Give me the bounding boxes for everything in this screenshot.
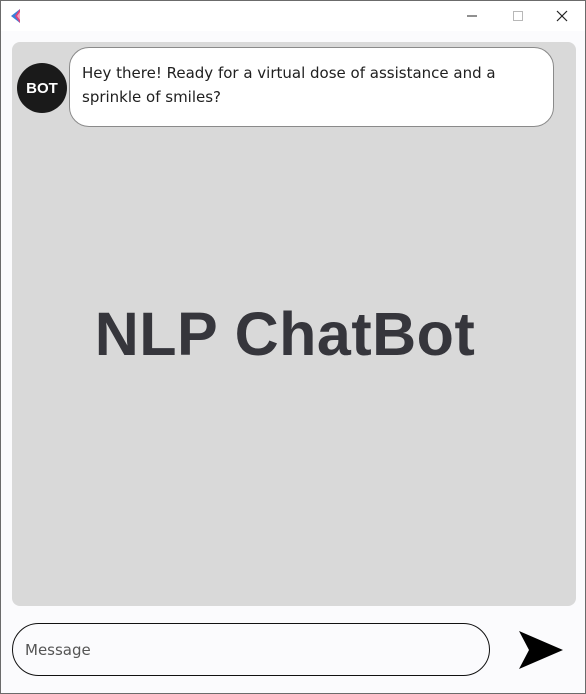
bot-message-bubble: Hey there! Ready for a virtual dose of a…: [69, 47, 554, 127]
send-button[interactable]: [513, 627, 567, 673]
send-icon: [513, 631, 567, 676]
maximize-button[interactable]: [495, 1, 541, 31]
close-button[interactable]: [539, 1, 585, 31]
minimize-button[interactable]: [449, 1, 495, 31]
chat-area[interactable]: NLP ChatBot BOT Hey there! Ready for a v…: [12, 42, 576, 606]
maximize-icon: [512, 7, 524, 26]
title-bar: [1, 1, 585, 31]
app-title-watermark: NLP ChatBot: [94, 300, 476, 368]
close-icon: [556, 7, 568, 26]
minimize-icon: [466, 7, 478, 26]
app-window: NLP ChatBot BOT Hey there! Ready for a v…: [0, 0, 586, 694]
message-input[interactable]: [12, 623, 490, 676]
app-icon: [10, 8, 24, 24]
bot-avatar: BOT: [17, 63, 67, 113]
